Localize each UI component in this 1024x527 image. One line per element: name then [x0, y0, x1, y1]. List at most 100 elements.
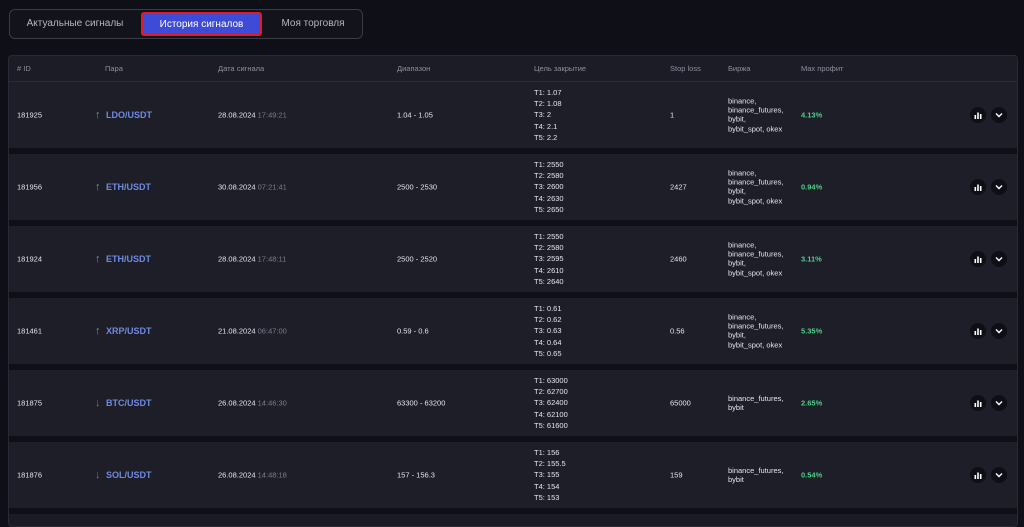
chart-button[interactable] [970, 179, 986, 195]
signal-id: 181956 [17, 182, 43, 192]
close-targets: T1: 156 T2: 155.5 T3: 155 T4: 154 T5: 15… [534, 447, 566, 502]
max-profit: 4.13% [801, 110, 823, 120]
close-targets: T1: 1.07 T2: 1.08 T3: 2 T4: 2.1 T5: 2.2 [534, 87, 562, 142]
signal-date: 28.08.2024 17:49:21 [218, 111, 287, 120]
column-header-id: # ID [17, 64, 31, 73]
max-profit: 5.35% [801, 326, 823, 336]
column-header-exchange: Биржа [728, 64, 751, 73]
column-header-date: Дата сигнала [218, 64, 265, 73]
signal-id: 181924 [17, 254, 43, 264]
bar-chart-icon [974, 184, 982, 191]
max-profit: 3.11% [801, 254, 822, 264]
signal-date-day: 26.08.2024 [218, 470, 256, 480]
pair-name: ETH/USDT [106, 182, 151, 192]
expand-button[interactable] [991, 179, 1007, 195]
chevron-down-icon [995, 473, 1003, 478]
signal-time: 17:49:21 [257, 110, 287, 120]
exchanges: binance, binance_futures, bybit, bybit_s… [728, 312, 784, 350]
bar-chart-icon [974, 328, 982, 335]
signal-date-day: 28.08.2024 [218, 254, 256, 264]
exchanges: binance_futures, bybit [728, 393, 784, 412]
signal-id: 181876 [17, 470, 43, 480]
close-targets: T1: 2550 T2: 2580 T3: 2600 T4: 2630 T5: … [534, 159, 564, 214]
chart-button[interactable] [970, 107, 986, 123]
bar-chart-icon [974, 400, 982, 407]
signal-time: 14:48:18 [257, 470, 287, 480]
expand-button[interactable] [991, 107, 1007, 123]
stop-loss: 0.56 [670, 326, 685, 336]
arrow-up-icon: ↑ [95, 325, 101, 337]
entry-range: 157 - 156.3 [397, 470, 435, 480]
close-targets: T1: 63000 T2: 62700 T3: 62400 T4: 62100 … [534, 375, 568, 430]
signal-date-day: 26.08.2024 [218, 398, 256, 408]
tab-current-signals[interactable]: Актуальные сигналы [10, 10, 140, 38]
chart-button[interactable] [970, 323, 986, 339]
expand-button[interactable] [991, 467, 1007, 483]
signal-date-day: 30.08.2024 [218, 182, 256, 192]
column-header-max-profit: Max профит [801, 64, 844, 73]
chart-button[interactable] [970, 251, 986, 267]
bar-chart-icon [974, 112, 982, 119]
close-targets: T1: 2550 T2: 2580 T3: 2595 T4: 2610 T5: … [534, 231, 564, 286]
pair-link[interactable]: ↑ ETH/USDT [95, 181, 151, 193]
signal-id: 181461 [17, 326, 43, 336]
exchanges: binance, binance_futures, bybit, bybit_s… [728, 168, 784, 206]
arrow-up-icon: ↑ [95, 253, 101, 265]
entry-range: 63300 - 63200 [397, 398, 446, 408]
close-targets: T1: 0.61 T2: 0.62 T3: 0.63 T4: 0.64 T5: … [534, 303, 562, 358]
stop-loss: 65000 [670, 398, 691, 408]
pair-name: ETH/USDT [106, 254, 151, 264]
table-row: 181956 ↑ ETH/USDT 30.08.2024 07:21:41 2500 -… [9, 154, 1017, 226]
column-header-stop-loss: Stop loss [670, 64, 701, 73]
exchanges: binance, binance_futures, bybit, bybit_s… [728, 96, 784, 134]
entry-range: 0.59 - 0.6 [397, 326, 429, 336]
signal-time: 07:21:41 [257, 182, 287, 192]
stop-loss: 159 [670, 470, 683, 480]
pair-name: XRP/USDT [106, 326, 152, 336]
signal-date-day: 21.08.2024 [218, 326, 256, 336]
column-header-pair: Пара [105, 64, 123, 73]
pair-link[interactable]: ↓ SOL/USDT [95, 469, 152, 481]
expand-button[interactable] [991, 251, 1007, 267]
pair-link[interactable]: ↑ ETH/USDT [95, 253, 151, 265]
signal-time: 14:46:30 [257, 398, 287, 408]
table-header: # ID Пара Дата сигнала Диапазон Цель зак… [9, 56, 1017, 82]
tab-signal-history[interactable]: История сигналов [141, 12, 262, 36]
chart-button[interactable] [970, 395, 986, 411]
signal-date-day: 28.08.2024 [218, 110, 256, 120]
chevron-down-icon [995, 113, 1003, 118]
table-row: 181461 ↑ XRP/USDT 21.08.2024 06:47:00 0.59 -… [9, 298, 1017, 370]
tab-my-trading[interactable]: Моя торговля [264, 10, 362, 38]
max-profit: 0.54% [801, 470, 823, 480]
signal-date: 21.08.2024 06:47:00 [218, 327, 287, 336]
max-profit: 2.65% [801, 398, 823, 408]
signals-table: # ID Пара Дата сигнала Диапазон Цель зак… [8, 55, 1018, 527]
signal-time: 17:48:11 [257, 254, 287, 264]
bar-chart-icon [974, 256, 982, 263]
chevron-down-icon [995, 257, 1003, 262]
entry-range: 2500 - 2530 [397, 182, 438, 192]
entry-range: 2500 - 2520 [397, 254, 438, 264]
pair-link[interactable]: ↓ BTC/USDT [95, 397, 152, 409]
pair-link[interactable]: ↑ LDO/USDT [95, 109, 152, 121]
signal-date: 30.08.2024 07:21:41 [218, 183, 287, 192]
signal-tabs: Актуальные сигналы История сигналов Моя … [9, 9, 363, 39]
arrow-up-icon: ↑ [95, 109, 101, 121]
chevron-down-icon [995, 185, 1003, 190]
expand-button[interactable] [991, 323, 1007, 339]
table-row: 181925 ↑ LDO/USDT 28.08.2024 17:49:21 1.04 -… [9, 82, 1017, 154]
chart-button[interactable] [970, 467, 986, 483]
pair-link[interactable]: ↑ XRP/USDT [95, 325, 152, 337]
table-row: 181924 ↑ ETH/USDT 28.08.2024 17:48:11 2500 -… [9, 226, 1017, 298]
table-row: 181875 ↓ BTC/USDT 26.08.2024 14:46:30 63300 … [9, 370, 1017, 442]
bar-chart-icon [974, 472, 982, 479]
arrow-down-icon: ↓ [95, 397, 101, 409]
column-header-range: Диапазон [397, 64, 431, 73]
expand-button[interactable] [991, 395, 1007, 411]
exchanges: binance, binance_futures, bybit, bybit_s… [728, 240, 784, 278]
signal-time: 06:47:00 [257, 326, 287, 336]
max-profit: 0.94% [801, 182, 823, 192]
stop-loss: 2427 [670, 182, 687, 192]
signal-date: 26.08.2024 14:48:18 [218, 471, 287, 480]
pair-name: LDO/USDT [106, 110, 152, 120]
